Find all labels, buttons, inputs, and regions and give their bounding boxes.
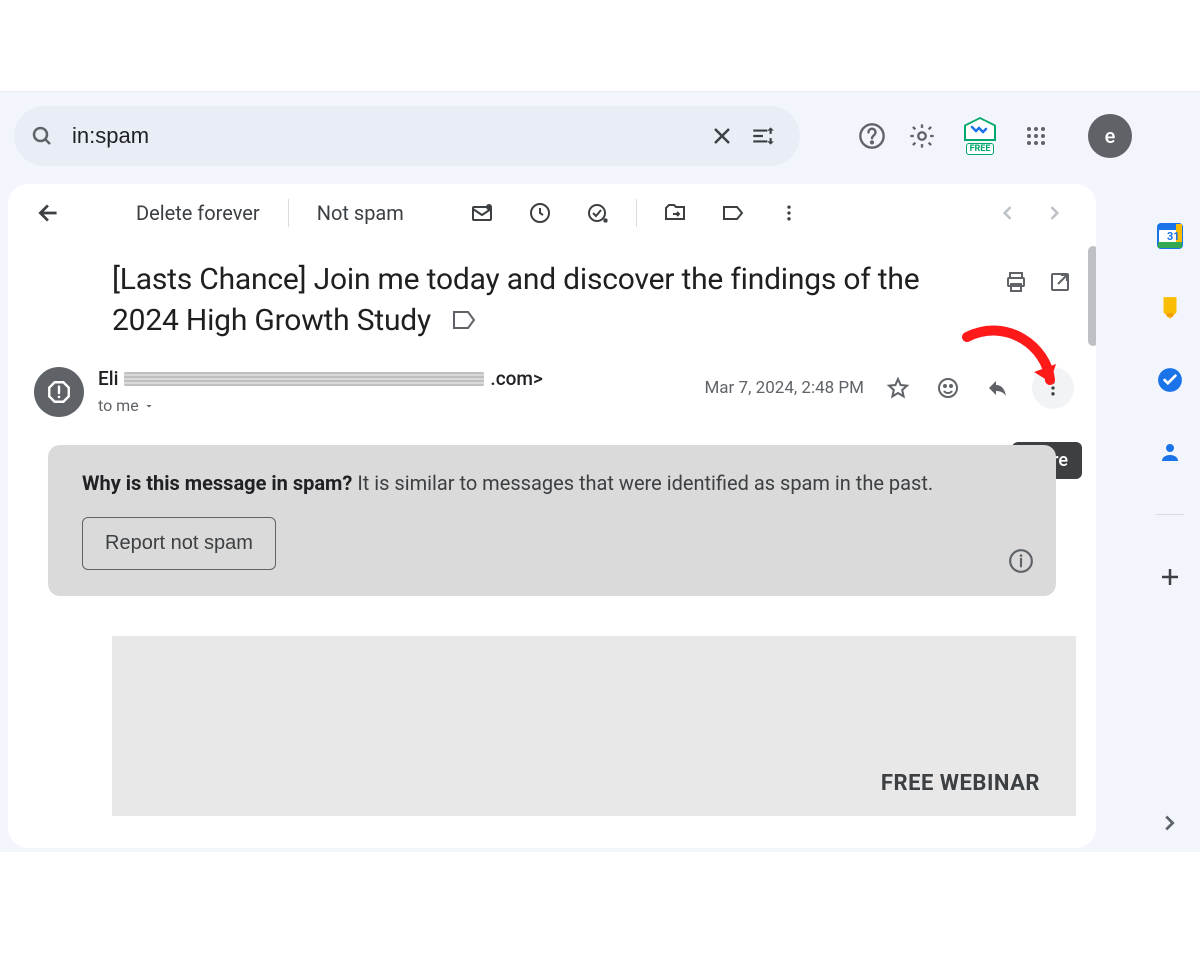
header-icons: FREE e: [858, 114, 1132, 158]
sender-name-start: Eli: [98, 367, 118, 390]
to-label: to me: [98, 396, 139, 415]
spam-explanation: Why is this message in spam? It is simil…: [82, 471, 1026, 495]
sender-info: Eli .com> to me: [98, 367, 690, 415]
free-extension-badge[interactable]: FREE: [958, 116, 1002, 156]
header-row: FREE e: [8, 104, 1132, 168]
help-icon[interactable]: [858, 122, 886, 150]
subject-row: [Lasts Chance] Join me today and discove…: [8, 242, 1096, 341]
side-panel: 31: [1140, 92, 1200, 852]
spam-reason: It is similar to messages that were iden…: [357, 471, 933, 495]
search-icon: [30, 124, 54, 148]
email-subject: [Lasts Chance] Join me today and discove…: [112, 260, 988, 341]
apps-grid-icon[interactable]: [1024, 124, 1048, 148]
svg-text:31: 31: [1167, 230, 1180, 243]
toolbar-separator: [636, 199, 637, 227]
more-actions-icon[interactable]: [765, 197, 813, 229]
newer-nav-icon[interactable]: [1034, 197, 1074, 229]
back-arrow-icon[interactable]: [30, 194, 68, 232]
snooze-clock-icon[interactable]: [514, 195, 566, 231]
spam-sender-avatar-icon: [34, 367, 84, 417]
move-to-icon[interactable]: [649, 195, 701, 231]
top-blank-area: [0, 0, 1200, 92]
app-area: FREE e Delete forever Not spam: [0, 92, 1200, 852]
search-options-icon[interactable]: [742, 115, 784, 157]
report-not-spam-button[interactable]: Report not spam: [82, 517, 276, 570]
labels-icon[interactable]: [707, 195, 759, 231]
message-toolbar: Delete forever Not spam: [8, 184, 1096, 242]
toolbar-separator: [288, 199, 289, 227]
search-input[interactable]: [72, 123, 702, 149]
add-to-tasks-icon[interactable]: [572, 195, 624, 231]
print-icon[interactable]: [1000, 266, 1032, 298]
account-avatar[interactable]: e: [1088, 114, 1132, 158]
older-nav-icon[interactable]: [988, 197, 1028, 229]
mark-unread-icon[interactable]: [456, 195, 508, 231]
collapse-panel-icon[interactable]: [1158, 812, 1180, 834]
free-label: FREE: [966, 143, 995, 155]
spam-banner: Why is this message in spam? It is simil…: [48, 445, 1056, 596]
not-spam-button[interactable]: Not spam: [301, 195, 420, 231]
keep-app-icon[interactable]: [1156, 294, 1184, 322]
emoji-reaction-icon[interactable]: [932, 372, 964, 404]
avatar-letter: e: [1105, 124, 1116, 148]
email-body-preview: FREE WEBINAR: [112, 636, 1076, 816]
settings-gear-icon[interactable]: [908, 122, 936, 150]
redacted-sender: [124, 372, 484, 386]
spam-question: Why is this message in spam?: [82, 471, 352, 495]
sender-name-end: .com>: [490, 367, 542, 390]
delete-forever-button[interactable]: Delete forever: [120, 195, 276, 231]
search-bar[interactable]: [14, 106, 800, 166]
scrollbar-thumb[interactable]: [1088, 246, 1096, 346]
contacts-app-icon[interactable]: [1156, 438, 1184, 466]
email-card: Delete forever Not spam: [8, 184, 1096, 848]
info-icon[interactable]: [1008, 548, 1034, 574]
sender-row: Eli .com> to me Mar 7, 2024, 2:48 PM: [8, 341, 1096, 417]
subject-text: [Lasts Chance] Join me today and discove…: [112, 262, 919, 338]
rail-separator: [1156, 514, 1184, 515]
calendar-app-icon[interactable]: 31: [1156, 222, 1184, 250]
message-more-button[interactable]: [1032, 367, 1074, 409]
message-date: Mar 7, 2024, 2:48 PM: [704, 378, 864, 398]
message-meta: Mar 7, 2024, 2:48 PM: [704, 367, 1074, 409]
reply-icon[interactable]: [982, 372, 1014, 404]
star-icon[interactable]: [882, 372, 914, 404]
label-chip-icon[interactable]: [452, 310, 476, 330]
tasks-app-icon[interactable]: [1156, 366, 1184, 394]
add-app-icon[interactable]: [1156, 563, 1184, 591]
open-new-window-icon[interactable]: [1044, 266, 1076, 298]
free-webinar-text: FREE WEBINAR: [881, 771, 1040, 796]
main-column: FREE e Delete forever Not spam: [0, 92, 1140, 852]
clear-search-icon[interactable]: [702, 116, 742, 156]
recipient-dropdown[interactable]: to me: [98, 396, 690, 415]
